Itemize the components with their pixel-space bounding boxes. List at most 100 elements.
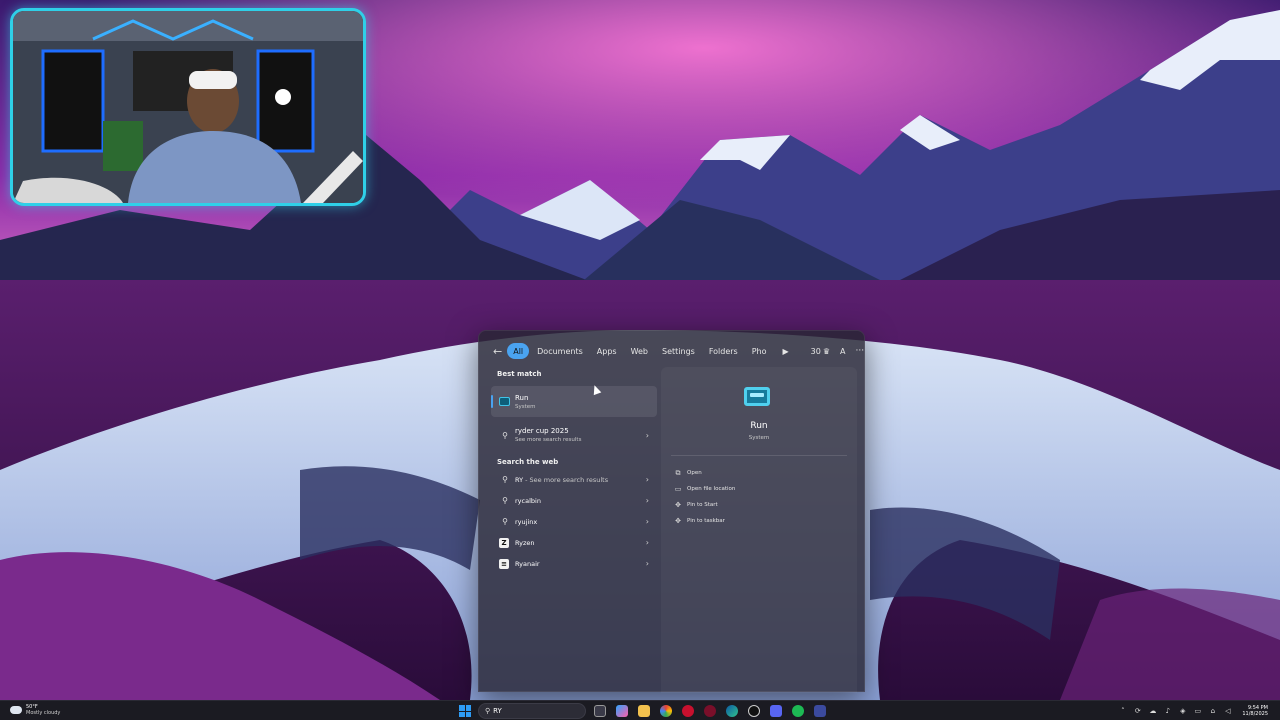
web-result-suffix: - See more search results — [523, 475, 609, 484]
best-match-title: Run — [515, 393, 529, 402]
chevron-up-icon[interactable]: ˄ — [1118, 707, 1127, 716]
rewards-trophy-icon: ♛ — [822, 346, 831, 356]
weather-description: Mostly cloudy — [26, 710, 61, 716]
action-open-label: Open — [687, 470, 702, 476]
results-list: Best match Run System ⚲ ryder cup 2025 S… — [491, 367, 657, 574]
system-tray: ˄ ⟳ ☁ ♪ ◈ ▭ ⌂ ◁ 9:54 PM 11/8/2025 — [1118, 703, 1268, 719]
sync-icon[interactable]: ⟳ — [1133, 707, 1142, 716]
action-pin-to-taskbar[interactable]: ✥ Pin to taskbar — [673, 513, 735, 529]
file-explorer-icon[interactable] — [638, 705, 650, 717]
filter-all[interactable]: All — [507, 343, 530, 359]
web-result-query: Ryanair — [515, 559, 540, 568]
discord-icon[interactable] — [770, 705, 782, 717]
clock-date: 11/8/2025 — [1242, 711, 1268, 717]
pin-icon: ✥ — [675, 501, 681, 509]
chevron-right-icon: › — [645, 430, 649, 440]
app-blue-icon[interactable] — [814, 705, 826, 717]
spotify-icon[interactable] — [792, 705, 804, 717]
suggestion-title: ryder cup 2025 — [515, 427, 569, 435]
chevron-right-icon: › — [645, 496, 649, 505]
app-red-icon[interactable] — [682, 705, 694, 717]
search-icon: ⚲ — [502, 496, 508, 505]
web-result-ryzen[interactable]: Z Ryzen › — [491, 532, 657, 553]
chevron-right-icon: › — [645, 559, 649, 568]
windows-search-panel: ← All Documents Apps Web Settings Folder… — [478, 330, 865, 693]
display-icon[interactable]: ▭ — [1193, 707, 1202, 716]
best-match-subtitle: System — [515, 403, 536, 410]
web-result-query: Ryzen — [515, 538, 535, 547]
search-icon: ⚲ — [502, 430, 508, 440]
best-match-run[interactable]: Run System — [491, 386, 657, 417]
filter-photos[interactable]: Pho — [746, 343, 773, 359]
more-options-icon[interactable]: ··· — [856, 346, 865, 356]
web-result-ryujinx[interactable]: ⚲ ryujinx › — [491, 511, 657, 532]
filter-settings[interactable]: Settings — [656, 343, 701, 359]
partly-cloudy-icon — [9, 703, 22, 714]
security-icon[interactable]: ◈ — [1178, 707, 1187, 716]
back-arrow-icon[interactable]: ← — [493, 343, 502, 359]
web-result-query: RY — [515, 475, 524, 484]
web-result-label: RY - See more search results — [515, 476, 608, 484]
filter-documents[interactable]: Documents — [531, 343, 589, 359]
chevron-right-icon: › — [645, 475, 649, 484]
search-icon: ⚲ — [502, 475, 508, 484]
suggestion-ryder-cup[interactable]: ⚲ ryder cup 2025 See more search results… — [491, 420, 657, 450]
search-web-heading: Search the web — [497, 458, 559, 466]
run-app-icon — [499, 397, 510, 406]
obs-icon[interactable] — [748, 705, 760, 717]
network-icon[interactable]: ⌂ — [1208, 707, 1217, 716]
search-filter-bar: ← All Documents Apps Web Settings Folder… — [493, 341, 864, 361]
filter-scroll-right-icon[interactable]: ▶ — [783, 347, 789, 356]
ryanair-logo-icon: ≡ — [499, 558, 509, 569]
folder-icon: ▭ — [674, 485, 682, 493]
suggestion-subtitle: See more search results — [515, 437, 582, 443]
clock[interactable]: 9:54 PM 11/8/2025 — [1242, 705, 1268, 717]
run-app-large-icon — [744, 387, 770, 406]
search-icon: ⚲ — [485, 707, 491, 715]
chevron-right-icon: › — [645, 517, 649, 526]
webcam-overlay — [10, 8, 366, 206]
weather-widget[interactable]: 50°F Mostly cloudy — [9, 703, 61, 716]
volume-icon[interactable]: ◁ — [1223, 707, 1232, 716]
search-icon: ⚲ — [502, 517, 508, 526]
rewards-count: 30 — [810, 346, 821, 356]
detail-divider — [671, 455, 847, 456]
detail-subtitle: System — [748, 435, 770, 441]
action-pin-to-taskbar-label: Pin to taskbar — [687, 518, 725, 524]
action-pin-to-start-label: Pin to Start — [687, 502, 718, 508]
open-icon: ⧉ — [675, 468, 681, 477]
action-open[interactable]: ⧉ Open — [673, 465, 735, 481]
result-detail-pane: Run System ⧉ Open ▭ Open file location ✥… — [661, 367, 857, 693]
web-result-rycalbin[interactable]: ⚲ rycalbin › — [491, 490, 657, 511]
detail-actions: ⧉ Open ▭ Open file location ✥ Pin to Sta… — [673, 465, 736, 529]
web-result-ryanair[interactable]: ≡ Ryanair › — [491, 553, 657, 574]
action-pin-to-start[interactable]: ✥ Pin to Start — [673, 497, 735, 513]
best-match-heading: Best match — [497, 370, 542, 378]
web-result-ry[interactable]: ⚲ RY - See more search results › — [491, 469, 657, 490]
taskbar: 50°F Mostly cloudy ⚲ ˄ ⟳ ☁ ♪ ◈ ▭ ⌂ ◁ 9:5… — [0, 700, 1280, 720]
copilot-taskbar-icon[interactable] — [616, 705, 628, 717]
filter-folders[interactable]: Folders — [703, 343, 744, 359]
web-result-query: ryujinx — [515, 517, 538, 526]
webcam-feed-image — [13, 11, 363, 203]
web-result-query: rycalbin — [515, 496, 541, 505]
cloud-icon[interactable]: ☁ — [1148, 707, 1157, 716]
taskbar-search-box[interactable]: ⚲ — [478, 703, 586, 719]
filter-web[interactable]: Web — [625, 343, 654, 359]
account-initial[interactable]: A — [840, 347, 845, 356]
chrome-icon[interactable] — [660, 705, 672, 717]
edge-icon[interactable] — [726, 705, 738, 717]
rewards-points[interactable]: 30 ♛ — [811, 347, 830, 356]
opera-icon[interactable] — [704, 705, 716, 717]
action-open-file-location-label: Open file location — [687, 486, 736, 492]
ryzen-logo-icon: Z — [499, 537, 509, 548]
action-open-file-location[interactable]: ▭ Open file location — [673, 481, 736, 497]
start-button-windows-icon[interactable] — [459, 705, 471, 717]
filter-apps[interactable]: Apps — [591, 343, 623, 359]
task-view-icon[interactable] — [594, 705, 606, 717]
detail-title: Run — [750, 421, 768, 431]
pin-icon: ✥ — [675, 517, 681, 525]
taskbar-search-input[interactable] — [493, 707, 574, 715]
microphone-icon[interactable]: ♪ — [1163, 707, 1172, 716]
chevron-right-icon: › — [645, 538, 649, 547]
